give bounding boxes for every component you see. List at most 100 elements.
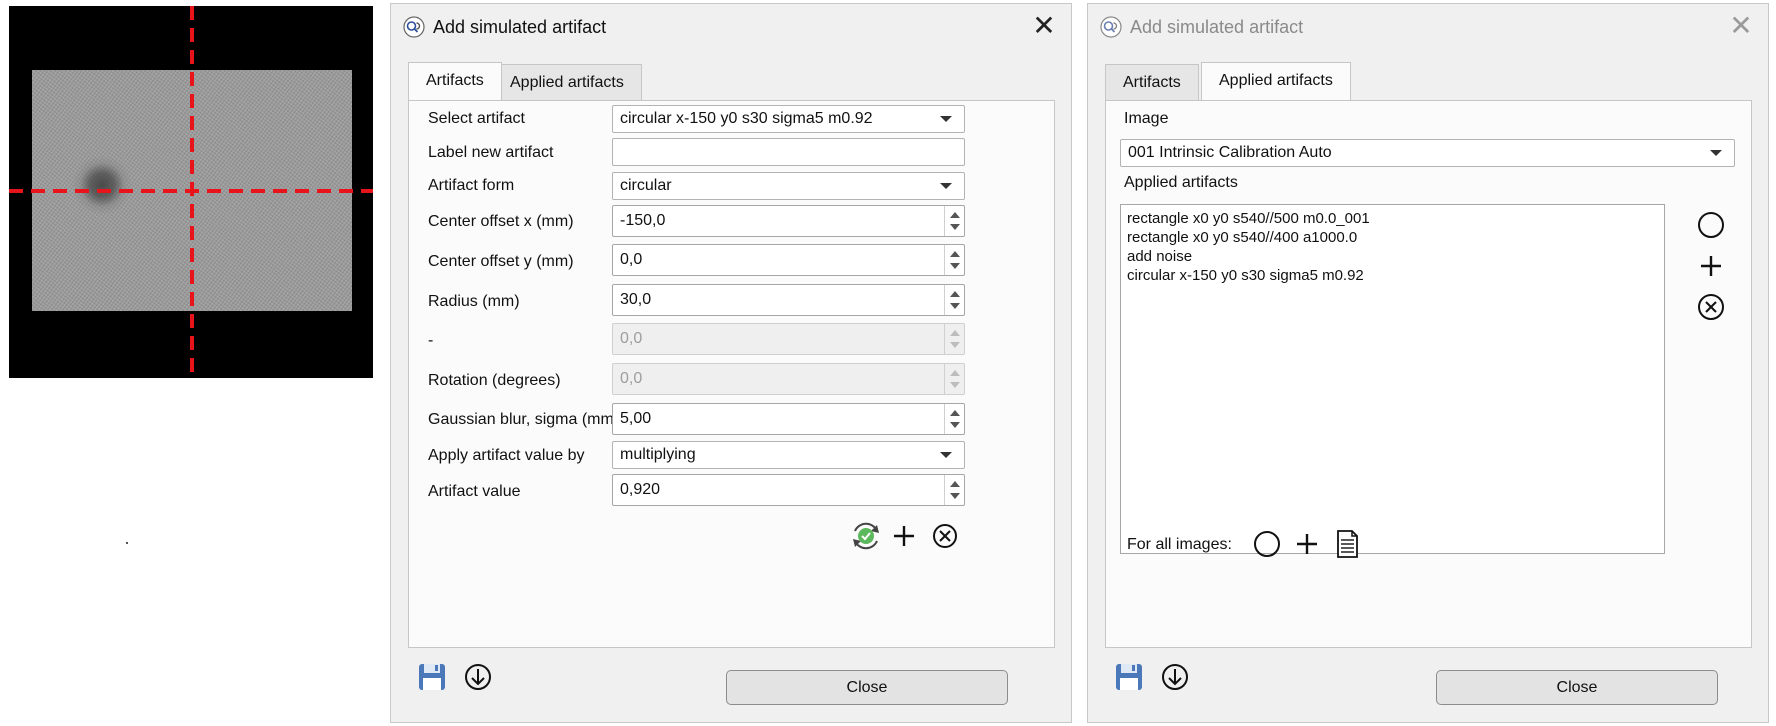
clear-all-images-button[interactable] bbox=[1250, 527, 1284, 561]
apply-by-value: multiplying bbox=[620, 446, 696, 463]
app-icon bbox=[1100, 16, 1122, 38]
crosshair-horizontal bbox=[9, 189, 373, 193]
label-new-artifact-label: Label new artifact bbox=[428, 144, 554, 161]
apply-artifact-button[interactable] bbox=[849, 519, 883, 553]
label-new-artifact-input[interactable] bbox=[612, 138, 965, 166]
document-icon bbox=[1337, 530, 1358, 558]
titlebar: Add simulated artifact ✕ bbox=[1088, 4, 1768, 50]
circle-x-icon bbox=[933, 524, 957, 548]
spin-arrows-icon[interactable] bbox=[944, 285, 964, 315]
for-all-images-label: For all images: bbox=[1127, 536, 1232, 553]
artifact-form-value: circular bbox=[620, 177, 672, 194]
load-button[interactable] bbox=[1158, 660, 1192, 694]
delete-artifact-button[interactable] bbox=[1694, 290, 1728, 324]
dash-label: - bbox=[428, 332, 434, 349]
titlebar: Add simulated artifact ✕ bbox=[391, 4, 1071, 50]
chevron-down-icon bbox=[940, 116, 952, 122]
circle-x-icon bbox=[1698, 294, 1724, 320]
artifacts-panel: Select artifact circular x-150 y0 s30 si… bbox=[408, 100, 1055, 648]
center-y-label: Center offset y (mm) bbox=[428, 253, 574, 270]
tab-artifacts[interactable]: Artifacts bbox=[1105, 64, 1199, 100]
apply-by-label: Apply artifact value by bbox=[428, 447, 585, 464]
image-dropdown[interactable]: 001 Intrinsic Calibration Auto bbox=[1120, 139, 1735, 167]
save-button[interactable] bbox=[1112, 660, 1146, 694]
dash-value: 0,0 bbox=[620, 330, 643, 347]
chevron-down-icon bbox=[940, 183, 952, 189]
document-button[interactable] bbox=[1330, 527, 1364, 561]
spin-arrows-icon bbox=[944, 364, 964, 394]
add-artifact-button[interactable] bbox=[887, 519, 921, 553]
center-x-spinbox[interactable]: -150,0 bbox=[612, 205, 965, 237]
circle-icon bbox=[1254, 531, 1280, 557]
sigma-spinbox[interactable]: 5,00 bbox=[612, 403, 965, 435]
dialog-artifacts: Add simulated artifact ✕ Artifacts Appli… bbox=[390, 3, 1072, 723]
spin-arrows-icon[interactable] bbox=[944, 206, 964, 236]
list-item[interactable]: circular x-150 y0 s30 sigma5 m0.92 bbox=[1127, 266, 1658, 285]
artifact-value-value: 0,920 bbox=[620, 481, 661, 498]
delete-artifact-button[interactable] bbox=[928, 519, 962, 553]
tab-artifacts[interactable]: Artifacts bbox=[408, 62, 502, 100]
select-artifact-dropdown[interactable]: circular x-150 y0 s30 sigma5 m0.92 bbox=[612, 105, 965, 133]
plus-icon bbox=[1701, 256, 1721, 276]
rotation-spinbox: 0,0 bbox=[612, 363, 965, 395]
circle-icon bbox=[1698, 212, 1724, 238]
center-x-value: -150,0 bbox=[620, 212, 666, 229]
spin-arrows-icon[interactable] bbox=[944, 245, 964, 275]
dialog-title: Add simulated artifact bbox=[433, 17, 607, 37]
close-icon[interactable]: ✕ bbox=[1029, 12, 1059, 42]
spin-arrows-icon bbox=[944, 324, 964, 354]
spin-arrows-icon[interactable] bbox=[944, 404, 964, 434]
dialog-applied-artifacts: Add simulated artifact ✕ Artifacts Appli… bbox=[1087, 3, 1769, 723]
list-item[interactable]: rectangle x0 y0 s540//400 a1000.0 bbox=[1127, 228, 1658, 247]
add-artifact-button[interactable] bbox=[1694, 249, 1728, 283]
applied-artifacts-list[interactable]: rectangle x0 y0 s540//500 m0.0_001 recta… bbox=[1120, 204, 1665, 554]
clear-artifacts-button[interactable] bbox=[1694, 208, 1728, 242]
close-icon[interactable]: ✕ bbox=[1726, 12, 1756, 42]
tab-applied-artifacts[interactable]: Applied artifacts bbox=[492, 64, 642, 100]
radius-spinbox[interactable]: 30,0 bbox=[612, 284, 965, 316]
sigma-label: Gaussian blur, sigma (mm) bbox=[428, 411, 620, 428]
artifact-value-label: Artifact value bbox=[428, 483, 521, 500]
floppy-disk-icon bbox=[419, 664, 445, 690]
download-circle-icon bbox=[465, 664, 491, 690]
load-button[interactable] bbox=[461, 660, 495, 694]
artifact-form-dropdown[interactable]: circular bbox=[612, 172, 965, 200]
artifact-value-spinbox[interactable]: 0,920 bbox=[612, 474, 965, 506]
dash-spinbox: 0,0 bbox=[612, 323, 965, 355]
image-value: 001 Intrinsic Calibration Auto bbox=[1128, 144, 1332, 161]
select-artifact-label: Select artifact bbox=[428, 110, 525, 127]
spin-arrows-icon[interactable] bbox=[944, 475, 964, 505]
sigma-value: 5,00 bbox=[620, 410, 652, 427]
check-refresh-icon bbox=[853, 522, 879, 550]
radius-label: Radius (mm) bbox=[428, 293, 520, 310]
plus-icon bbox=[1297, 534, 1317, 554]
image-preview bbox=[9, 6, 373, 378]
chevron-down-icon bbox=[940, 452, 952, 458]
image-label: Image bbox=[1124, 110, 1169, 127]
center-y-value: 0,0 bbox=[620, 251, 643, 268]
list-item[interactable]: rectangle x0 y0 s540//500 m0.0_001 bbox=[1127, 209, 1658, 228]
rotation-value: 0,0 bbox=[620, 370, 643, 387]
apply-by-dropdown[interactable]: multiplying bbox=[612, 441, 965, 469]
dialog-title: Add simulated artifact bbox=[1130, 17, 1304, 37]
chevron-down-icon bbox=[1710, 150, 1722, 156]
select-artifact-value: circular x-150 y0 s30 sigma5 m0.92 bbox=[620, 110, 873, 127]
download-circle-icon bbox=[1162, 664, 1188, 690]
list-item[interactable]: add noise bbox=[1127, 247, 1658, 266]
tab-applied-artifacts[interactable]: Applied artifacts bbox=[1201, 62, 1351, 100]
close-button[interactable]: Close bbox=[726, 670, 1008, 705]
close-button[interactable]: Close bbox=[1436, 670, 1718, 705]
floppy-disk-icon bbox=[1116, 664, 1142, 690]
save-button[interactable] bbox=[415, 660, 449, 694]
applied-artifacts-panel: Image 001 Intrinsic Calibration Auto App… bbox=[1105, 100, 1752, 648]
add-all-images-button[interactable] bbox=[1290, 527, 1324, 561]
stray-dot bbox=[126, 542, 128, 544]
center-y-spinbox[interactable]: 0,0 bbox=[612, 244, 965, 276]
applied-artifacts-label: Applied artifacts bbox=[1124, 174, 1238, 191]
radius-value: 30,0 bbox=[620, 291, 652, 308]
center-x-label: Center offset x (mm) bbox=[428, 213, 574, 230]
plus-icon bbox=[894, 526, 914, 546]
label-new-artifact-text[interactable] bbox=[620, 139, 964, 165]
app-icon bbox=[403, 16, 425, 38]
artifact-form-label: Artifact form bbox=[428, 177, 515, 194]
